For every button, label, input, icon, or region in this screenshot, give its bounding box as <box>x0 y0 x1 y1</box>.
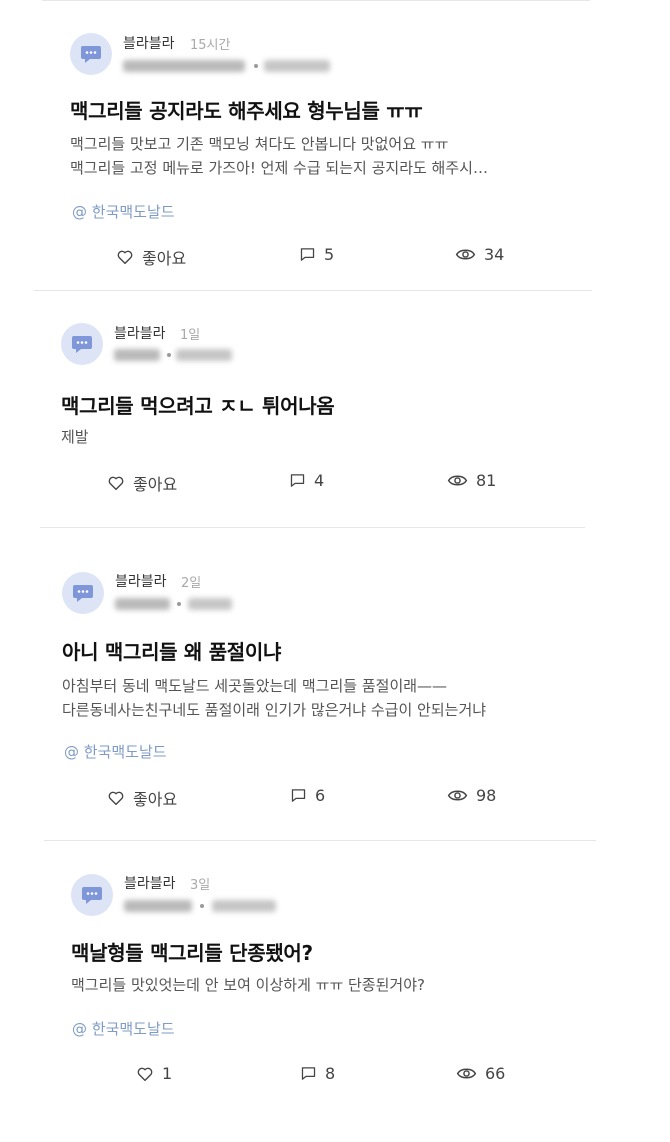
eye-icon <box>456 1068 477 1079</box>
blurred-company <box>124 900 192 912</box>
company-tag[interactable]: @ 한국맥도날드 <box>64 741 167 762</box>
comment-icon <box>290 474 305 487</box>
post-time: 3일 <box>190 878 211 893</box>
heart-icon <box>117 250 133 265</box>
post-body-line: 아침부터 동네 맥도날드 세곳돌았는데 맥그리들 품절이래—— <box>62 677 448 695</box>
avatar[interactable] <box>62 572 104 614</box>
comment-icon <box>300 248 315 261</box>
avatar[interactable] <box>71 874 113 916</box>
blurred-company <box>115 598 170 610</box>
post-time: 2일 <box>181 576 202 591</box>
view-count-value: 98 <box>476 786 497 805</box>
heart-icon <box>108 476 124 491</box>
view-count-value: 66 <box>485 1064 506 1083</box>
author-name[interactable]: 블라블라 <box>124 873 176 893</box>
post-title[interactable]: 아니 맥그리들 왜 품절이냐 <box>62 636 281 665</box>
chat-bubble-icon <box>73 585 93 602</box>
view-count: 98 <box>447 786 496 805</box>
chat-bubble-icon <box>82 887 102 904</box>
blurred-job <box>188 598 232 610</box>
author-name[interactable]: 블라블라 <box>115 571 167 591</box>
view-count-value: 34 <box>484 245 505 264</box>
separator-dot <box>177 602 181 606</box>
like-label: 좋아요 <box>142 249 187 268</box>
company-tag[interactable]: @ 한국맥도날드 <box>72 1018 175 1039</box>
divider <box>44 840 596 841</box>
like-button[interactable]: 좋아요 <box>116 245 186 269</box>
company-tag[interactable]: @ 한국맥도날드 <box>72 201 175 222</box>
eye-icon <box>447 790 468 801</box>
separator-dot <box>254 64 258 68</box>
post-title[interactable]: 맥그리들 먹으려고 ㅈㄴ 튀어나옴 <box>61 390 335 419</box>
author-name[interactable]: 블라블라 <box>123 33 175 53</box>
view-count: 34 <box>455 245 504 264</box>
post-body-line: 맥그리들 맛보고 기존 맥모닝 쳐다도 안봅니다 맛없어요 ㅠㅠ <box>70 135 449 153</box>
post-body-line: 제발 <box>61 428 89 446</box>
avatar[interactable] <box>70 33 112 75</box>
post-body-line: 맥그리들 맛있엇는데 안 보여 이상하게 ㅠㅠ 단종된거야? <box>71 976 425 994</box>
post-card[interactable]: 블라블라 15시간 맥그리들 공지라도 해주세요 형누님들 ㅠㅠ 맥그리들 맛보… <box>0 0 670 290</box>
post-title[interactable]: 맥날형들 맥그리들 단종됐어? <box>71 937 313 966</box>
comment-count: 6 <box>315 786 326 805</box>
like-button[interactable]: 1 <box>136 1064 172 1083</box>
comment-button[interactable]: 8 <box>300 1064 335 1083</box>
comment-count: 8 <box>325 1064 336 1083</box>
like-button[interactable]: 좋아요 <box>107 786 177 810</box>
post-card[interactable]: 블라블라 3일 맥날형들 맥그리들 단종됐어? 맥그리들 맛있엇는데 안 보여 … <box>0 838 670 1142</box>
eye-icon <box>447 475 468 486</box>
post-time: 15시간 <box>190 38 231 53</box>
blurred-job <box>212 900 276 912</box>
like-button[interactable]: 좋아요 <box>107 471 177 495</box>
comment-button[interactable]: 5 <box>299 245 334 264</box>
comment-button[interactable]: 6 <box>290 786 325 805</box>
divider <box>40 527 585 528</box>
comment-icon <box>301 1067 316 1080</box>
divider <box>34 290 592 291</box>
divider <box>42 0 590 1</box>
blurred-company <box>114 349 160 361</box>
heart-icon <box>137 1067 153 1081</box>
post-body-line: 맥그리들 고정 메뉴로 가즈아! 언제 수급 되는지 공지라도 해주시… <box>70 159 488 177</box>
author-name[interactable]: 블라블라 <box>114 323 166 343</box>
eye-icon <box>455 249 476 260</box>
like-label: 좋아요 <box>133 790 178 809</box>
view-count: 66 <box>456 1064 505 1083</box>
like-label: 좋아요 <box>133 475 178 494</box>
comment-count: 5 <box>324 245 335 264</box>
comment-count: 4 <box>314 471 325 490</box>
view-count-value: 81 <box>476 471 497 490</box>
view-count: 81 <box>447 471 496 490</box>
blurred-job <box>176 349 232 361</box>
heart-icon <box>108 791 124 806</box>
post-body-line: 다른동네사는친구네도 품절이래 인기가 많은거냐 수급이 안되는거냐 <box>62 701 487 719</box>
separator-dot <box>200 904 204 908</box>
post-card[interactable]: 블라블라 1일 맥그리들 먹으려고 ㅈㄴ 튀어나옴 제발 좋아요 4 81 <box>0 290 670 526</box>
comment-icon <box>291 789 306 802</box>
separator-dot <box>167 353 171 357</box>
post-card[interactable]: 블라블라 2일 아니 맥그리들 왜 품절이냐 아침부터 동네 맥도날드 세곳돌았… <box>0 526 670 838</box>
blurred-company <box>123 60 245 72</box>
like-count: 1 <box>162 1064 173 1083</box>
avatar[interactable] <box>61 323 103 365</box>
blurred-job <box>264 60 330 72</box>
comment-button[interactable]: 4 <box>289 471 324 490</box>
post-time: 1일 <box>180 328 201 343</box>
chat-bubble-icon <box>72 336 92 353</box>
post-title[interactable]: 맥그리들 공지라도 해주세요 형누님들 ㅠㅠ <box>70 95 423 124</box>
chat-bubble-icon <box>81 46 101 63</box>
